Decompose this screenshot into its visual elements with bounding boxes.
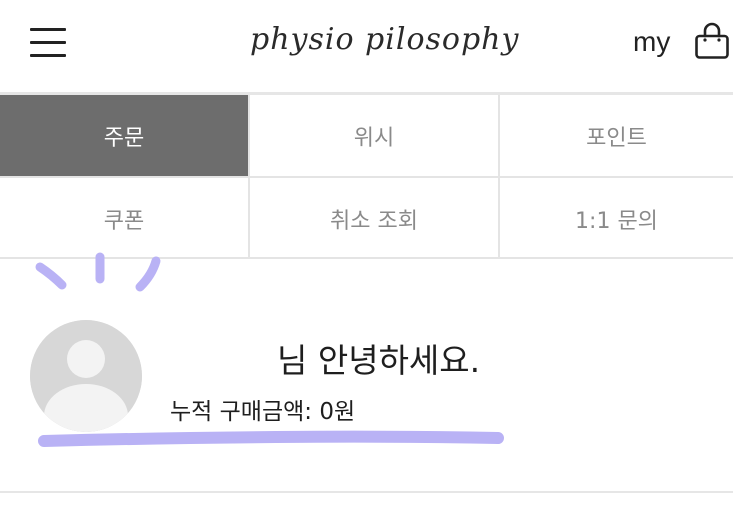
total-purchase-amount: 누적 구매금액: 0원 [170, 399, 356, 425]
section-divider [0, 491, 733, 493]
top-header: physio pilosophy my [0, 0, 733, 92]
tab-cancel-lookup[interactable]: 취소 조회 [250, 178, 498, 259]
tab-wish[interactable]: 위시 [250, 95, 498, 176]
tab-divider [0, 176, 733, 178]
greeting-text: 님 안녕하세요. [277, 341, 481, 380]
hamburger-menu-icon[interactable] [30, 28, 66, 58]
tab-point[interactable]: 포인트 [500, 95, 733, 176]
my-page-link[interactable]: my [633, 26, 670, 58]
tab-order[interactable]: 주문 [0, 95, 248, 176]
brand-logo[interactable]: physio pilosophy [250, 22, 518, 57]
highlight-underline-icon [38, 430, 504, 447]
mypage-screen: physio pilosophy my 주문 위시 포인트 쿠폰 취소 조회 1… [0, 0, 733, 511]
mypage-tab-grid: 주문 위시 포인트 쿠폰 취소 조회 1:1 문의 [0, 95, 733, 259]
highlight-strokes-icon [35, 252, 161, 292]
user-avatar-icon [30, 320, 142, 432]
tab-inquiry[interactable]: 1:1 문의 [500, 178, 733, 259]
shopping-bag-icon[interactable] [694, 22, 730, 60]
